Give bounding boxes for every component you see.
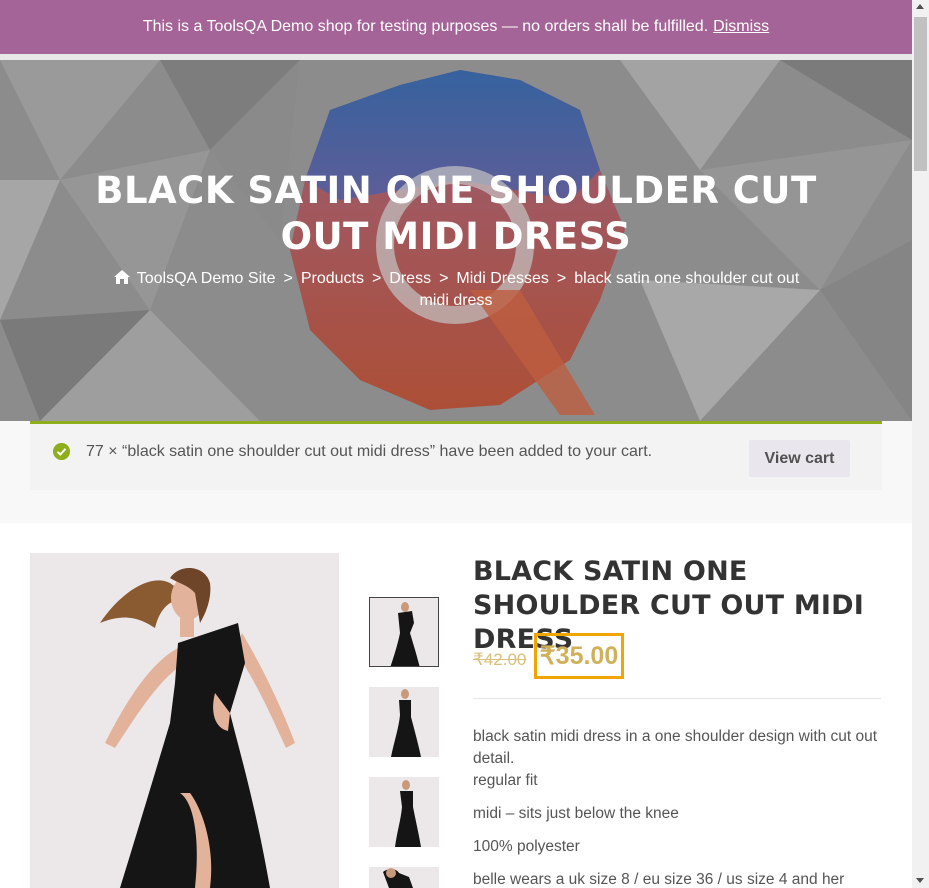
breadcrumb-separator: > [371, 270, 382, 287]
thumbnail-image [369, 777, 439, 847]
description-line: belle wears a uk size 8 / eu size 36 / u… [473, 871, 845, 888]
notice-text: This is a ToolsQA Demo shop for testing … [142, 18, 709, 35]
home-icon[interactable] [113, 269, 131, 285]
vertical-scrollbar[interactable] [912, 0, 929, 888]
scroll-up-arrow-icon[interactable] [916, 4, 924, 9]
scrollbar-thumb[interactable] [914, 17, 927, 171]
regular-price: ₹42.00 [473, 650, 527, 669]
cart-message-text: 77 × “black satin one shoulder cut out m… [86, 443, 653, 460]
breadcrumb-separator: > [556, 270, 567, 287]
description-line: regular fit [473, 772, 538, 789]
breadcrumb-dress[interactable]: Dress [389, 270, 431, 287]
thumbnail-image [370, 598, 438, 666]
view-cart-button[interactable]: View cart [749, 440, 850, 477]
hero-banner: BLACK SATIN ONE SHOULDER CUT OUT MIDI DR… [0, 60, 912, 421]
thumbnail-2[interactable] [369, 687, 439, 757]
thumbnail-image [369, 867, 439, 888]
description-line: 100% polyester [473, 838, 580, 855]
dress-photo [30, 553, 339, 888]
sale-price: ₹35.00 [534, 633, 624, 679]
breadcrumb: ToolsQA Demo Site > Products > Dress > Midi Dr… [100, 268, 812, 312]
divider [473, 698, 881, 699]
cart-message: 77 × “black satin one shoulder cut out m… [30, 421, 882, 490]
description-line: midi – sits just below the knee [473, 805, 679, 822]
product-price: ₹42.00 ₹35.00 [473, 633, 885, 679]
check-circle-icon [53, 443, 70, 460]
breadcrumb-products[interactable]: Products [301, 270, 364, 287]
scroll-down-arrow-icon[interactable] [916, 878, 924, 883]
notices-wrapper: 77 × “black satin one shoulder cut out m… [0, 421, 912, 523]
breadcrumb-midi-dresses[interactable]: Midi Dresses [456, 270, 548, 287]
dismiss-link[interactable]: Dismiss [713, 18, 769, 36]
demo-store-notice: This is a ToolsQA Demo shop for testing … [0, 0, 912, 54]
thumbnail-3[interactable] [369, 777, 439, 847]
thumbnail-4[interactable] [369, 867, 439, 888]
product-description: black satin midi dress in a one shoulder… [473, 726, 885, 888]
breadcrumb-separator: > [439, 270, 449, 287]
breadcrumb-home[interactable]: ToolsQA Demo Site [137, 270, 276, 287]
thumbnail-1[interactable] [369, 597, 439, 667]
description-line: black satin midi dress in a one shoulder… [473, 728, 878, 767]
breadcrumb-separator: > [283, 270, 293, 287]
product-main-image[interactable] [30, 553, 339, 888]
thumbnail-image [369, 687, 439, 757]
page-title: BLACK SATIN ONE SHOULDER CUT OUT MIDI DR… [95, 169, 817, 258]
product-summary: BLACK SATIN ONE SHOULDER CUT OUT MIDI DR… [473, 553, 885, 888]
